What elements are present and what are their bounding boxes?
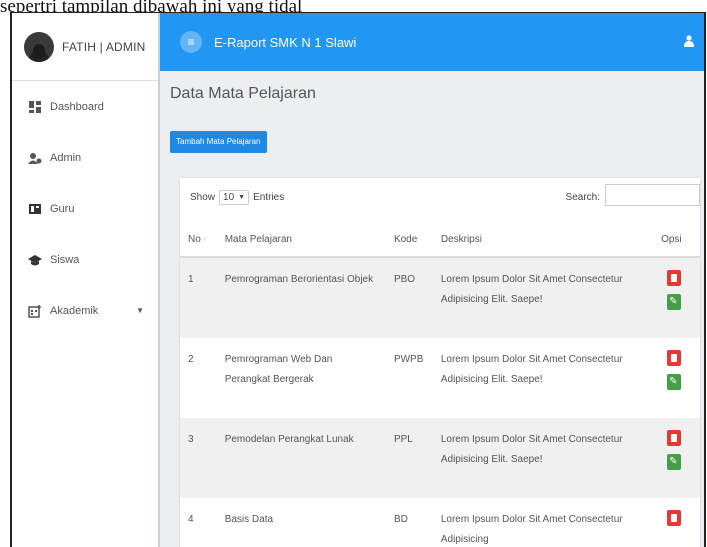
guru-icon <box>28 202 42 216</box>
column-header-kode[interactable]: Kode <box>385 222 433 258</box>
menu-toggle-icon[interactable]: ≡ <box>180 31 202 53</box>
delete-button[interactable] <box>667 270 682 286</box>
delete-button[interactable] <box>667 510 682 526</box>
table-card: Show 10 ▼ Entries Search: No ↑ Mata Pelaj… <box>180 178 700 547</box>
cell-deskripsi: Lorem Ipsum Dolor Sit Amet Consectetur A… <box>440 514 623 545</box>
app-title: E-Raport SMK N 1 Slawi <box>214 34 357 50</box>
app-window: FATIH | ADMIN Dashboard Admin Guru Siswa… <box>10 12 706 547</box>
cell-deskripsi: Lorem Ipsum Dolor Sit Amet Consectetur A… <box>432 418 654 498</box>
entries-select[interactable]: 10 ▼ <box>219 190 250 205</box>
table-row: 4 Basis Data BD Lorem Ipsum Dolor Sit Am… <box>180 498 700 547</box>
sidebar-item-admin[interactable]: Admin <box>12 132 158 183</box>
sidebar-brand: FATIH | ADMIN <box>12 13 158 81</box>
user-name: FATIH | ADMIN <box>62 39 146 54</box>
table-row: 1 Pemrograman Berorientasi Objek PBO Lor… <box>180 257 700 338</box>
main-content: Data Mata Pelajaran Tambah Mata Pelajara… <box>160 71 704 547</box>
cell-opsi <box>653 498 700 547</box>
delete-button[interactable] <box>667 350 682 366</box>
cell-opsi <box>653 257 700 338</box>
column-header-opsi[interactable]: Opsi <box>653 222 700 258</box>
cell-kode: PPL <box>385 418 433 498</box>
dashboard-icon <box>28 100 42 114</box>
cell-mapel: Basis Data <box>224 514 274 525</box>
sidebar-item-label: Admin <box>50 151 82 164</box>
akademik-icon <box>28 304 42 318</box>
siswa-icon <box>28 253 42 267</box>
entries-value: 10 <box>223 192 235 203</box>
user-icon[interactable] <box>674 21 704 61</box>
entries-control: Show 10 ▼ Entries <box>190 190 284 205</box>
column-header-no[interactable]: No ↑ <box>180 222 217 258</box>
table-header-row: No ↑ Mata Pelajaran Kode Deskripsi Opsi <box>180 222 700 258</box>
admin-icon <box>28 151 42 165</box>
sort-icon: ↑ <box>202 234 207 244</box>
chevron-down-icon: ▼ <box>136 306 144 315</box>
sidebar-item-akademik[interactable]: Akademik ▼ <box>12 285 158 336</box>
sidebar-item-label: Akademik <box>50 304 99 317</box>
cell-opsi <box>653 418 700 498</box>
entries-label: Entries <box>253 192 285 203</box>
edit-button[interactable] <box>667 294 682 310</box>
sidebar: FATIH | ADMIN Dashboard Admin Guru Siswa… <box>12 13 160 547</box>
cell-mapel: Pemodelan Perangkat Lunak <box>216 418 386 498</box>
table-toolbar: Show 10 ▼ Entries Search: <box>180 178 700 218</box>
column-header-deskripsi[interactable]: Deskripsi <box>432 222 654 258</box>
cell-deskripsi: Lorem Ipsum Dolor Sit Amet Consectetur A… <box>440 354 623 385</box>
sidebar-item-dashboard[interactable]: Dashboard <box>12 81 158 132</box>
table-row: 2 Pemrograman Web Dan Perangkat Bergerak… <box>180 338 700 418</box>
table-row: 3 Pemodelan Perangkat Lunak PPL Lorem Ip… <box>180 418 700 498</box>
sidebar-item-label: Siswa <box>50 253 80 266</box>
sidebar-item-label: Dashboard <box>50 100 104 113</box>
cell-kode: PWPB <box>393 354 424 365</box>
chevron-down-icon: ▼ <box>238 194 246 201</box>
topbar: ≡ E-Raport SMK N 1 Slawi <box>160 13 704 71</box>
cell-kode: PBO <box>385 257 433 338</box>
cell-kode: BD <box>393 514 408 525</box>
edit-button[interactable] <box>667 374 682 390</box>
edit-button[interactable] <box>667 454 682 470</box>
page-title: Data Mata Pelajaran <box>170 85 316 102</box>
column-header-mapel[interactable]: Mata Pelajaran <box>216 222 386 258</box>
cell-opsi <box>653 338 700 418</box>
cell-no: 2 <box>188 354 194 365</box>
cell-mapel: Pemrograman Web Dan Perangkat Bergerak <box>224 354 333 385</box>
avatar[interactable] <box>24 31 54 62</box>
add-subject-button[interactable]: Tambah Mata Pelajaran <box>170 131 267 153</box>
sidebar-item-guru[interactable]: Guru <box>12 183 158 234</box>
subjects-table: No ↑ Mata Pelajaran Kode Deskripsi Opsi 1… <box>180 222 700 547</box>
cell-no: 1 <box>180 257 217 338</box>
sidebar-item-label: Guru <box>50 202 75 215</box>
search-label: Search: <box>565 192 600 203</box>
search-input[interactable] <box>605 184 700 206</box>
sidebar-menu: Dashboard Admin Guru Siswa Akademik ▼ <box>12 81 158 336</box>
cell-mapel: Pemrograman Berorientasi Objek <box>216 257 386 338</box>
show-label: Show <box>190 192 216 203</box>
sidebar-item-siswa[interactable]: Siswa <box>12 234 158 285</box>
cell-no: 4 <box>188 514 194 525</box>
delete-button[interactable] <box>667 430 682 446</box>
cell-deskripsi: Lorem Ipsum Dolor Sit Amet Consectetur A… <box>432 257 654 338</box>
cell-no: 3 <box>180 418 217 498</box>
